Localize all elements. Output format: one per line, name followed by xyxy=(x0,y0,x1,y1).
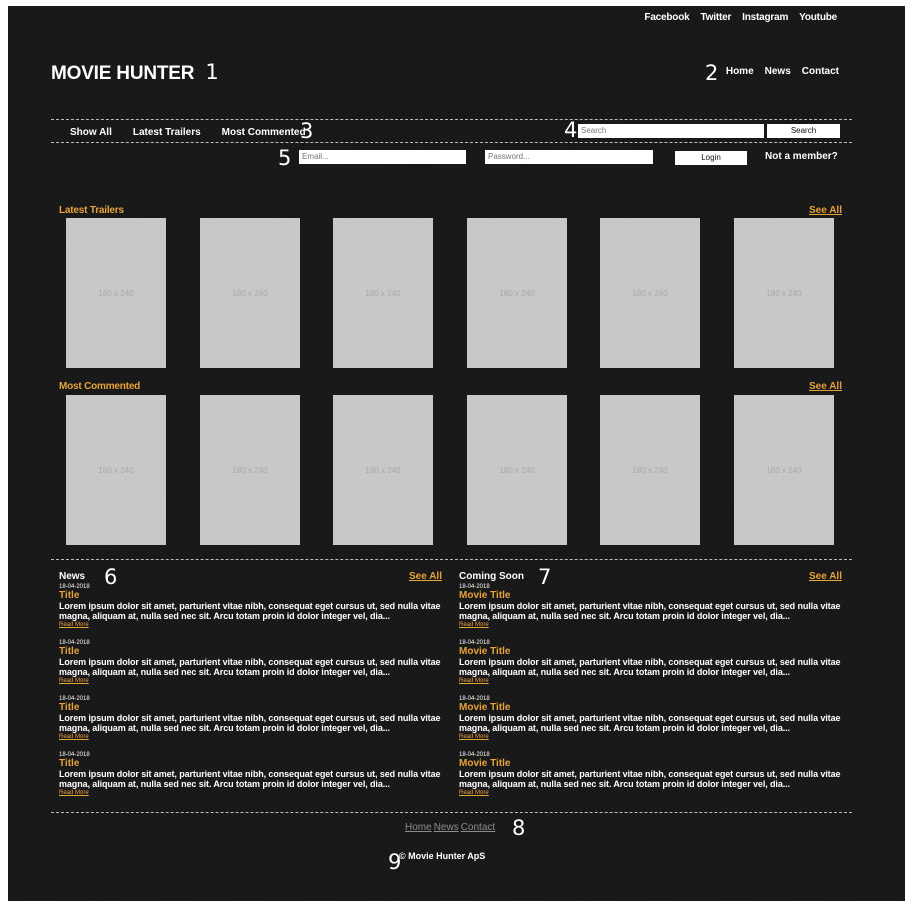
coming-soon-item: 18-04-2018 Movie Title Lorem ipsum dolor… xyxy=(459,752,844,797)
commented-poster[interactable]: 180 x 240 xyxy=(467,395,567,545)
news-read-more[interactable]: Read More xyxy=(59,677,444,685)
news-date: 18-04-2018 xyxy=(59,584,90,590)
coming-soon-read-more[interactable]: Read More xyxy=(459,733,844,741)
coming-soon-item-title[interactable]: Movie Title xyxy=(459,759,844,769)
most-commented-see-all[interactable]: See All xyxy=(809,381,842,392)
news-read-more[interactable]: Read More xyxy=(59,621,444,629)
signup-link[interactable]: Not a member? xyxy=(765,151,838,162)
news-date: 18-04-2018 xyxy=(59,640,90,646)
coming-soon-item: 18-04-2018 Movie Title Lorem ipsum dolor… xyxy=(459,696,844,741)
footer-nav-news[interactable]: News xyxy=(434,822,459,833)
social-twitter-link[interactable]: Twitter xyxy=(701,12,732,23)
footer-nav: Home News Contact xyxy=(405,822,495,833)
social-links: Facebook Twitter Instagram Youtube xyxy=(633,12,837,23)
news-item: 18-04-2018 Title Lorem ipsum dolor sit a… xyxy=(59,696,444,741)
coming-soon-item-title[interactable]: Movie Title xyxy=(459,591,844,601)
password-field[interactable] xyxy=(485,150,653,164)
main-nav-home[interactable]: Home xyxy=(726,66,754,77)
trailer-poster[interactable]: 180 x 240 xyxy=(734,218,834,368)
divider xyxy=(51,142,852,143)
trailer-poster[interactable]: 180 x 240 xyxy=(600,218,700,368)
news-read-more[interactable]: Read More xyxy=(59,789,444,797)
site-logo[interactable]: MOVIE HUNTER 1 xyxy=(51,60,219,85)
coming-soon-item: 18-04-2018 Movie Title Lorem ipsum dolor… xyxy=(459,640,844,685)
divider xyxy=(51,119,852,120)
coming-soon-date: 18-04-2018 xyxy=(459,640,490,646)
most-commented-title: Most Commented xyxy=(59,381,141,392)
annotation-3: 3 xyxy=(300,119,314,143)
coming-soon-read-more[interactable]: Read More xyxy=(459,677,844,685)
news-title: News xyxy=(59,571,86,582)
latest-trailers-see-all[interactable]: See All xyxy=(809,205,842,216)
latest-trailers-title: Latest Trailers xyxy=(59,205,124,216)
news-item-body: Lorem ipsum dolor sit amet, parturient v… xyxy=(59,769,441,789)
commented-poster[interactable]: 180 x 240 xyxy=(333,395,433,545)
annotation-5: 5 xyxy=(278,146,292,170)
divider xyxy=(51,559,852,560)
annotation-1: 1 xyxy=(205,60,219,84)
news-item: 18-04-2018 Title Lorem ipsum dolor sit a… xyxy=(59,640,444,685)
annotation-8: 8 xyxy=(512,816,526,840)
page: Facebook Twitter Instagram Youtube MOVIE… xyxy=(8,6,905,901)
coming-soon-item: 18-04-2018 Movie Title Lorem ipsum dolor… xyxy=(459,584,844,629)
news-item-title[interactable]: Title xyxy=(59,591,444,601)
category-most-commented[interactable]: Most Commented xyxy=(222,127,306,138)
news-date: 18-04-2018 xyxy=(59,696,90,702)
annotation-4: 4 xyxy=(564,118,578,142)
coming-soon-item-title[interactable]: Movie Title xyxy=(459,703,844,713)
coming-soon-item-body: Lorem ipsum dolor sit amet, parturient v… xyxy=(459,601,841,621)
news-date: 18-04-2018 xyxy=(59,752,90,758)
trailer-poster[interactable]: 180 x 240 xyxy=(66,218,166,368)
coming-soon-read-more[interactable]: Read More xyxy=(459,621,844,629)
logo-text: MOVIE HUNTER xyxy=(51,63,195,84)
social-instagram-link[interactable]: Instagram xyxy=(742,12,788,23)
news-item-body: Lorem ipsum dolor sit amet, parturient v… xyxy=(59,713,441,733)
main-nav: Home News Contact xyxy=(715,66,839,77)
coming-soon-item-body: Lorem ipsum dolor sit amet, parturient v… xyxy=(459,769,841,789)
social-youtube-link[interactable]: Youtube xyxy=(799,12,837,23)
social-facebook-link[interactable]: Facebook xyxy=(644,12,689,23)
login-button[interactable]: Login xyxy=(675,151,747,165)
footer-nav-contact[interactable]: Contact xyxy=(461,822,495,833)
trailer-poster[interactable]: 180 x 240 xyxy=(200,218,300,368)
news-see-all[interactable]: See All xyxy=(409,571,442,582)
coming-soon-item-body: Lorem ipsum dolor sit amet, parturient v… xyxy=(459,713,841,733)
coming-soon-date: 18-04-2018 xyxy=(459,584,490,590)
email-field[interactable] xyxy=(299,150,466,164)
search-input[interactable] xyxy=(578,124,764,138)
trailer-poster[interactable]: 180 x 240 xyxy=(333,218,433,368)
commented-poster[interactable]: 180 x 240 xyxy=(66,395,166,545)
footer-nav-home[interactable]: Home xyxy=(405,822,432,833)
coming-soon-read-more[interactable]: Read More xyxy=(459,789,844,797)
news-item-body: Lorem ipsum dolor sit amet, parturient v… xyxy=(59,657,441,677)
divider xyxy=(51,812,852,813)
news-item: 18-04-2018 Title Lorem ipsum dolor sit a… xyxy=(59,584,444,629)
category-latest-trailers[interactable]: Latest Trailers xyxy=(133,127,201,138)
coming-soon-date: 18-04-2018 xyxy=(459,696,490,702)
coming-soon-see-all[interactable]: See All xyxy=(809,571,842,582)
news-item-title[interactable]: Title xyxy=(59,703,444,713)
news-item-body: Lorem ipsum dolor sit amet, parturient v… xyxy=(59,601,441,621)
news-item-title[interactable]: Title xyxy=(59,759,444,769)
category-show-all[interactable]: Show All xyxy=(70,127,112,138)
news-item-title[interactable]: Title xyxy=(59,647,444,657)
commented-poster[interactable]: 180 x 240 xyxy=(600,395,700,545)
commented-poster[interactable]: 180 x 240 xyxy=(734,395,834,545)
news-read-more[interactable]: Read More xyxy=(59,733,444,741)
main-nav-contact[interactable]: Contact xyxy=(802,66,839,77)
coming-soon-item-title[interactable]: Movie Title xyxy=(459,647,844,657)
coming-soon-item-body: Lorem ipsum dolor sit amet, parturient v… xyxy=(459,657,841,677)
main-nav-news[interactable]: News xyxy=(765,66,791,77)
copyright: © Movie Hunter ApS xyxy=(399,851,486,861)
search-button[interactable]: Search xyxy=(767,124,840,138)
commented-poster[interactable]: 180 x 240 xyxy=(200,395,300,545)
category-nav: Show All Latest Trailers Most Commented xyxy=(70,127,310,138)
news-item: 18-04-2018 Title Lorem ipsum dolor sit a… xyxy=(59,752,444,797)
coming-soon-date: 18-04-2018 xyxy=(459,752,490,758)
coming-soon-title: Coming Soon xyxy=(459,571,524,582)
trailer-poster[interactable]: 180 x 240 xyxy=(467,218,567,368)
